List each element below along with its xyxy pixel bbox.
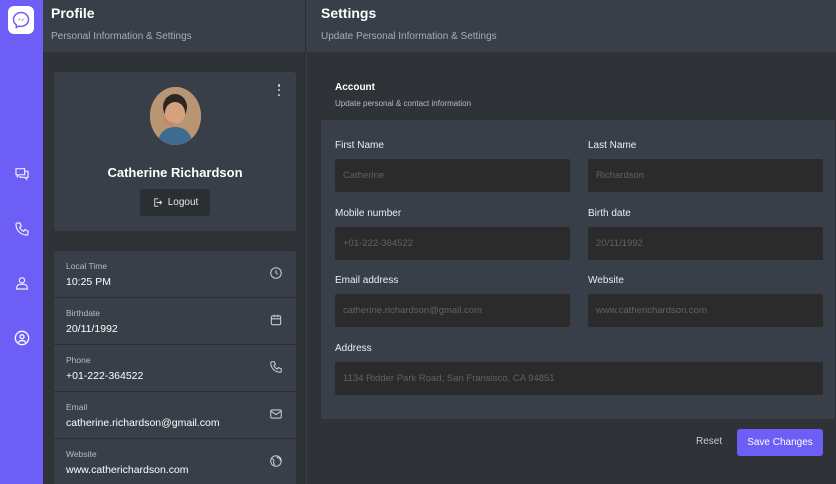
- email-input[interactable]: [335, 294, 570, 327]
- detail-phone: Phone +01-222-364522: [54, 345, 296, 392]
- detail-website: Website www.catherichardson.com: [54, 439, 296, 484]
- address-input[interactable]: [335, 362, 823, 395]
- mobile-label: Mobile number: [335, 208, 402, 219]
- profile-panel: Profile Personal Information & Settings …: [43, 0, 306, 484]
- email-label: Email address: [335, 275, 399, 286]
- logout-icon: [153, 198, 162, 207]
- mobile-input[interactable]: [335, 227, 570, 260]
- detail-value: +01-222-364522: [66, 370, 144, 382]
- settings-title: Settings: [321, 5, 377, 21]
- first-name-label: First Name: [335, 140, 384, 151]
- profile-details: Local Time 10:25 PM Birthdate 20/11/1992…: [54, 251, 296, 484]
- detail-label: Phone: [66, 355, 91, 365]
- birth-date-input[interactable]: [588, 227, 823, 260]
- account-title: Account: [335, 82, 375, 93]
- address-field: Address: [335, 343, 823, 395]
- rail-chat-icon[interactable]: [11, 163, 32, 184]
- profile-name: Catherine Richardson: [107, 165, 243, 180]
- more-options-icon[interactable]: [274, 82, 284, 98]
- last-name-field: Last Name: [588, 140, 823, 192]
- profile-subtitle: Personal Information & Settings: [51, 31, 192, 42]
- website-input[interactable]: [588, 294, 823, 327]
- last-name-input[interactable]: [588, 159, 823, 192]
- account-card: Account Update personal & contact inform…: [321, 71, 835, 466]
- logout-label: Logout: [167, 197, 199, 208]
- birth-date-label: Birth date: [588, 208, 631, 219]
- avatar: [150, 87, 201, 145]
- detail-value: 20/11/1992: [66, 323, 118, 335]
- profile-title: Profile: [51, 5, 95, 21]
- clock-icon: [270, 267, 282, 279]
- settings-subtitle: Update Personal Information & Settings: [321, 31, 497, 42]
- messenger-logo-icon[interactable]: [8, 6, 34, 34]
- detail-label: Email: [66, 402, 88, 412]
- first-name-field: First Name: [335, 140, 570, 192]
- detail-value: 10:25 PM: [66, 276, 111, 288]
- rail-contacts-icon[interactable]: [11, 272, 32, 293]
- rail-profile-icon[interactable]: [11, 327, 32, 348]
- rail-phone-icon[interactable]: [11, 218, 32, 239]
- globe-icon: [270, 455, 282, 467]
- address-label: Address: [335, 343, 372, 354]
- profile-header: Profile Personal Information & Settings: [43, 0, 306, 52]
- detail-value: www.catherichardson.com: [66, 464, 189, 476]
- account-subtitle: Update personal & contact information: [335, 99, 472, 108]
- detail-email: Email catherine.richardson@gmail.com: [54, 392, 296, 439]
- reset-button[interactable]: Reset: [696, 436, 722, 447]
- mobile-field: Mobile number: [335, 208, 570, 260]
- account-card-footer: Reset Save Changes: [321, 419, 835, 466]
- profile-card: Catherine Richardson Logout: [54, 72, 296, 231]
- settings-header: Settings Update Personal Information & S…: [307, 0, 836, 52]
- nav-rail: [0, 0, 43, 484]
- detail-label: Website: [66, 449, 97, 459]
- email-field: Email address: [335, 275, 570, 327]
- first-name-input[interactable]: [335, 159, 570, 192]
- detail-local-time: Local Time 10:25 PM: [54, 251, 296, 298]
- birth-date-field: Birth date: [588, 208, 823, 260]
- detail-birthdate: Birthdate 20/11/1992: [54, 298, 296, 345]
- account-card-header: Account Update personal & contact inform…: [321, 71, 835, 120]
- website-field: Website: [588, 275, 823, 327]
- save-changes-button[interactable]: Save Changes: [737, 429, 823, 456]
- settings-panel: Settings Update Personal Information & S…: [307, 0, 836, 484]
- logout-button[interactable]: Logout: [140, 189, 210, 216]
- phone-icon: [270, 361, 282, 373]
- detail-value: catherine.richardson@gmail.com: [66, 417, 220, 429]
- last-name-label: Last Name: [588, 140, 637, 151]
- website-label: Website: [588, 275, 624, 286]
- mail-icon: [270, 409, 282, 419]
- calendar-icon: [270, 314, 282, 326]
- detail-label: Local Time: [66, 261, 108, 271]
- detail-label: Birthdate: [66, 308, 101, 318]
